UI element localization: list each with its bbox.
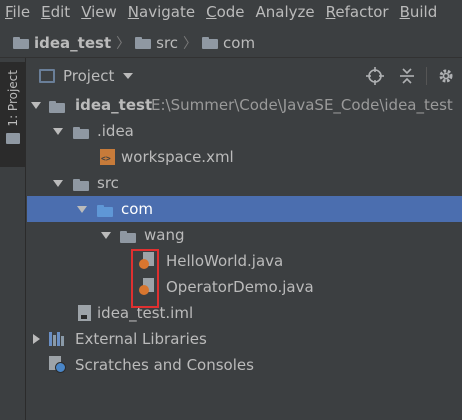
header-divider	[426, 67, 427, 85]
folder-icon	[73, 125, 94, 143]
breadcrumb-item-com[interactable]: com	[202, 34, 255, 52]
tree-item-workspace-xml[interactable]: workspace.xml	[27, 144, 462, 170]
breadcrumb-item-project[interactable]: idea_test	[13, 34, 111, 52]
iml-file-icon	[78, 305, 91, 325]
tree-item-com-package[interactable]: com	[27, 196, 462, 222]
breadcrumb: idea_test 〉 src 〉 com	[0, 28, 462, 58]
menu-view[interactable]: View	[81, 3, 117, 21]
menu-code[interactable]: Code	[206, 3, 244, 21]
menu-file[interactable]: File	[5, 3, 30, 21]
project-tool-tab[interactable]: 1: Project	[0, 62, 26, 167]
breadcrumb-separator: 〉	[183, 35, 198, 52]
tree-item-helloworld-java[interactable]: HelloWorld.java	[27, 248, 462, 274]
folder-icon	[6, 132, 20, 144]
package-folder-icon	[120, 229, 141, 247]
library-icon	[49, 332, 67, 350]
locate-icon[interactable]	[359, 62, 391, 90]
annotation-highlight-box	[131, 249, 159, 308]
project-panel-header: Project	[27, 62, 462, 90]
tree-item-src-folder[interactable]: src	[27, 170, 462, 196]
chevron-down-icon[interactable]	[123, 73, 134, 79]
source-folder-icon	[73, 177, 94, 195]
tree-item-wang-package[interactable]: wang	[27, 222, 462, 248]
tree-item-scratches-consoles[interactable]: Scratches and Consoles	[27, 352, 462, 378]
project-tree: idea_test E:\Summer\Code\JavaSE_Code\ide…	[27, 92, 462, 378]
menu-navigate[interactable]: Navigate	[128, 3, 195, 21]
breadcrumb-item-src[interactable]: src	[135, 34, 178, 52]
module-folder-icon	[49, 99, 70, 117]
menu-refactor[interactable]: Refactor	[326, 3, 389, 21]
tree-item-operatordemo-java[interactable]: OperatorDemo.java	[27, 274, 462, 300]
expand-arrow-icon[interactable]	[100, 229, 112, 241]
project-view-selector[interactable]: Project	[63, 67, 114, 85]
expand-arrow-icon[interactable]	[76, 203, 88, 215]
expand-arrow-icon[interactable]	[30, 99, 42, 111]
tree-item-project-root[interactable]: idea_test E:\Summer\Code\JavaSE_Code\ide…	[27, 92, 462, 118]
settings-icon[interactable]	[430, 62, 462, 90]
menu-analyze[interactable]: Analyze	[256, 3, 315, 21]
tree-item-idea-folder[interactable]: .idea	[27, 118, 462, 144]
menu-edit[interactable]: Edit	[41, 3, 70, 21]
tree-item-external-libraries[interactable]: External Libraries	[27, 326, 462, 352]
tree-item-iml-file[interactable]: idea_test.iml	[27, 300, 462, 326]
module-folder-icon	[13, 36, 29, 49]
folder-icon	[202, 36, 219, 49]
folder-icon	[135, 36, 152, 49]
scratches-icon	[49, 356, 66, 377]
package-folder-icon	[97, 203, 118, 221]
xml-file-icon	[100, 149, 115, 169]
expand-arrow-icon[interactable]	[30, 333, 42, 345]
project-view-icon	[39, 69, 55, 83]
collapse-all-icon[interactable]	[391, 62, 423, 90]
menu-bar: File Edit View Navigate Code Analyze Ref…	[0, 0, 462, 24]
menu-build[interactable]: Build	[400, 3, 438, 21]
breadcrumb-separator: 〉	[116, 35, 131, 52]
expand-arrow-icon[interactable]	[52, 177, 64, 189]
expand-arrow-icon[interactable]	[52, 125, 64, 137]
